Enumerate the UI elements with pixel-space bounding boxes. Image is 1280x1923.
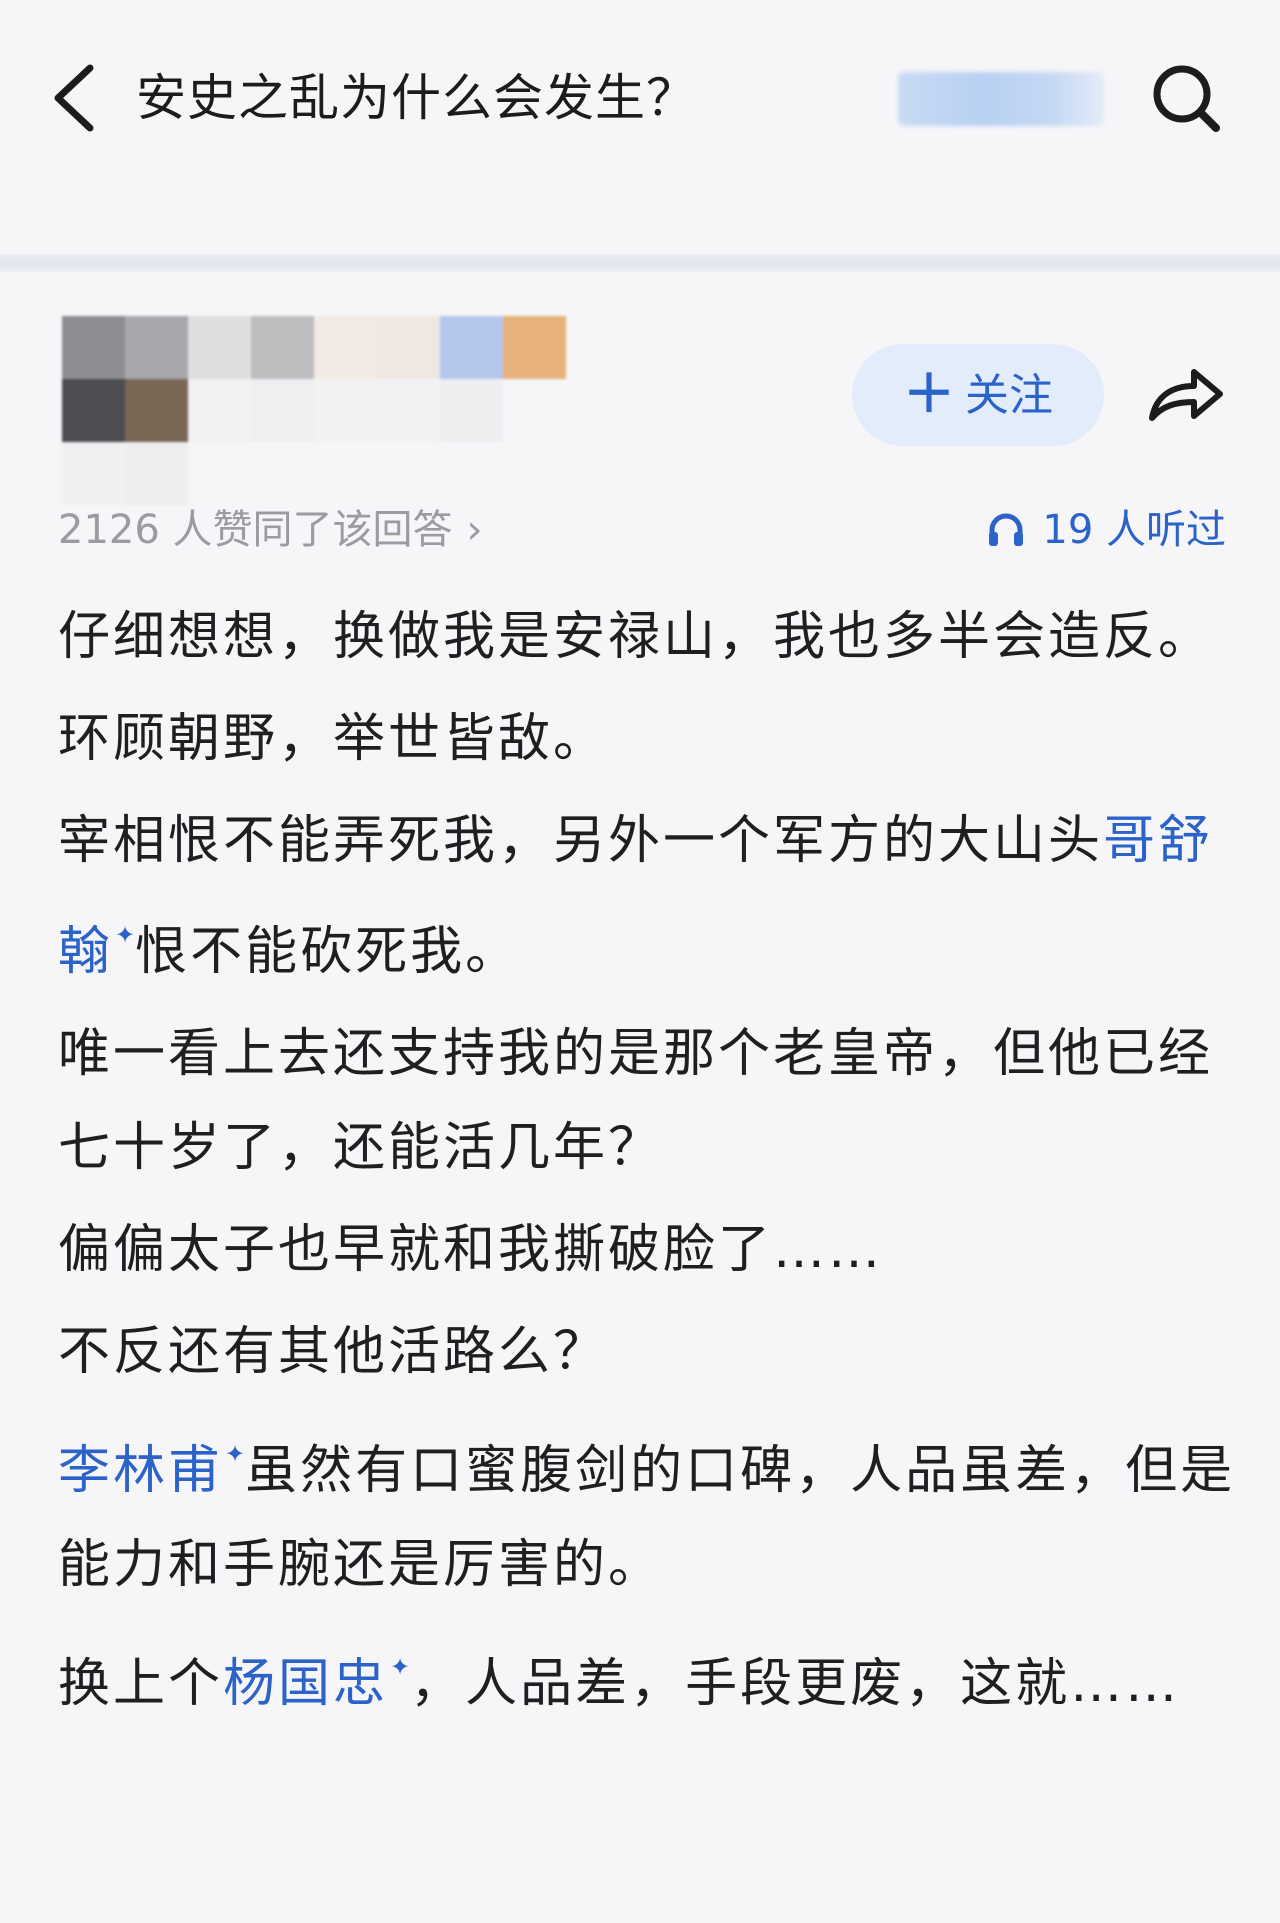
top-nav-bar: 安史之乱为什么会发生？	[0, 0, 1280, 200]
link-li-lin-fu[interactable]: 李林甫	[58, 1441, 223, 1501]
paragraph-3-text-b: 恨不能砍死我。	[135, 922, 521, 982]
answer-page: 安史之乱为什么会发生？ ＋关注 2126 人赞同了该回答 › 19 人听过 仔细…	[0, 0, 1280, 1923]
follow-button[interactable]: ＋关注	[852, 344, 1104, 446]
listen-count[interactable]: 19 人听过	[986, 500, 1226, 560]
paragraph-3-text-a: 宰相恨不能弄死我，另外一个军方的大山头	[58, 811, 1104, 871]
pixelated-author-avatar	[62, 316, 566, 505]
paragraph-8: 换上个杨国忠✦，人品差，手段更废，这就……	[58, 1620, 1238, 1731]
follow-label: 关注	[965, 370, 1053, 421]
sparkle-icon: ✦	[115, 921, 136, 949]
paragraph-1: 仔细想想，换做我是安禄山，我也多半会造反。	[58, 607, 1214, 667]
chevron-right-icon: ›	[466, 507, 483, 553]
plus-icon: ＋	[902, 365, 955, 425]
paragraph-5: 偏偏太子也早就和我撕破脸了……	[58, 1220, 884, 1280]
share-arrow-icon	[1149, 369, 1223, 421]
paragraph-7: 李林甫✦虽然有口蜜腹剑的口碑，人品虽差，但是能力和手腕还是厉害的。	[58, 1407, 1238, 1612]
paragraph-6: 不反还有其他活路么？	[58, 1322, 609, 1382]
chevron-left-icon	[54, 64, 94, 132]
search-icon	[1153, 65, 1220, 132]
upvote-count-text: 2126 人赞同了该回答	[58, 507, 453, 553]
share-button[interactable]	[1142, 352, 1228, 438]
upvote-summary[interactable]: 2126 人赞同了该回答 ›	[58, 500, 483, 560]
paragraph-8-text-b: ，人品差，手段更废，这就……	[410, 1654, 1181, 1714]
section-divider	[0, 254, 1280, 272]
back-button[interactable]	[44, 58, 114, 138]
sparkle-icon: ✦	[225, 1440, 246, 1468]
paragraph-8-text-a: 换上个	[58, 1654, 224, 1714]
sparkle-icon: ✦	[390, 1653, 411, 1681]
answer-content: 仔细想想，换做我是安禄山，我也多半会造反。 环顾朝野，举世皆敌。 宰相恨不能弄死…	[58, 590, 1238, 1739]
listen-count-text: 19 人听过	[1042, 507, 1226, 553]
author-info[interactable]	[62, 316, 572, 505]
link-yang-guo-zhong[interactable]: 杨国忠	[223, 1654, 388, 1714]
headphones-icon	[989, 513, 1024, 546]
blurred-badge	[898, 72, 1104, 126]
search-button[interactable]	[1146, 58, 1226, 138]
paragraph-2: 环顾朝野，举世皆敌。	[58, 709, 609, 769]
question-title[interactable]: 安史之乱为什么会发生？	[136, 60, 697, 136]
paragraph-4: 唯一看上去还支持我的是那个老皇帝，但他已经七十岁了，还能活几年？	[58, 1024, 1214, 1178]
paragraph-3: 宰相恨不能弄死我，另外一个军方的大山头哥舒翰✦恨不能砍死我。	[58, 794, 1238, 999]
